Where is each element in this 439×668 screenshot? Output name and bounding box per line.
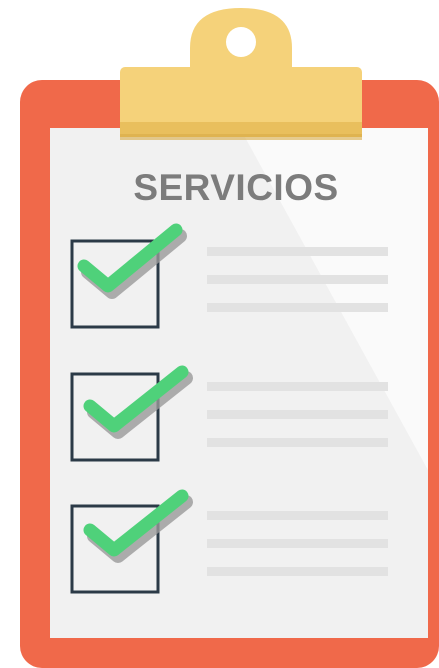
text-line xyxy=(207,567,388,576)
clip-icon xyxy=(120,8,362,140)
text-line xyxy=(207,438,388,447)
clipboard-icon xyxy=(20,8,439,668)
text-line xyxy=(207,539,388,548)
text-line xyxy=(207,275,388,284)
clipboard-illustration: SERVICIOS xyxy=(0,0,439,668)
text-line xyxy=(207,410,388,419)
clipboard-title: SERVICIOS xyxy=(133,167,339,208)
text-line xyxy=(207,382,388,391)
text-line xyxy=(207,303,388,312)
text-line xyxy=(207,247,388,256)
text-line xyxy=(207,511,388,520)
